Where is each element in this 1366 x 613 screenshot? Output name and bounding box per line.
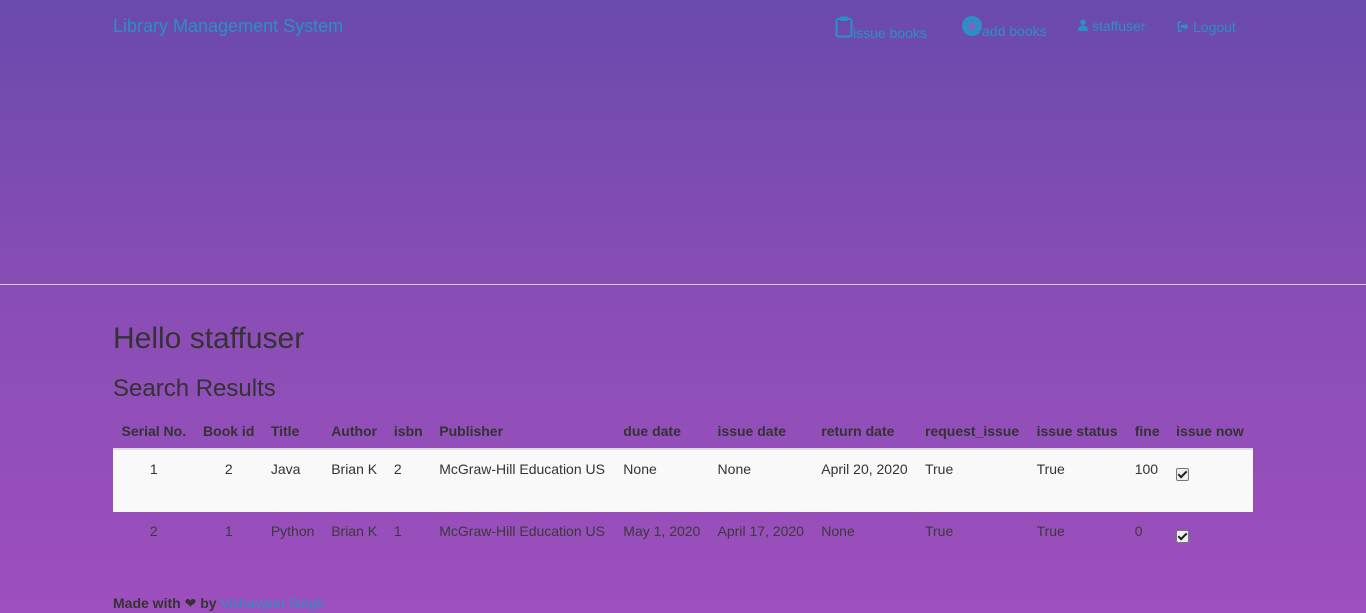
cell-issue-now [1168,512,1253,568]
table-row: 1 2 Java Brian K 2 McGraw-Hill Education… [113,448,1253,512]
header-serial-no: Serial No. [113,418,195,450]
cell-request-issue: True [924,523,954,539]
header-divider [0,284,1366,285]
user-icon [1078,18,1088,34]
header-issue-status: issue status [1028,418,1127,450]
search-results-table: Serial No. Book id Title Author isbn Pub… [113,418,1253,568]
cell-book-id: 1 [224,523,233,539]
header-publisher: Publisher [431,418,616,450]
plus-circle-icon [962,16,982,36]
logout-icon [1177,19,1189,35]
header-issue-date: issue date [709,418,814,450]
cell-issue-now [1168,448,1253,512]
cell-serial: 1 [113,448,195,512]
issue-now-checkbox[interactable] [1176,468,1190,481]
cell-author: Brian K [331,523,378,539]
clipboard-icon [835,16,853,38]
cell-title: Python [270,523,315,539]
cell-request-issue: True [916,448,1029,512]
cell-book-id: 2 [194,448,263,512]
navbar: Library Management System issue books ad… [0,0,1366,55]
logout-link[interactable]: Logout [1177,19,1236,35]
cell-return-date: April 20, 2020 [813,448,917,512]
add-books-label: add books [982,23,1047,39]
header-return-date: return date [813,418,917,450]
brand-link[interactable]: Library Management System [113,16,343,37]
table-header-row: Serial No. Book id Title Author isbn Pub… [113,418,1253,450]
footer-made-with: Made with [113,595,181,611]
header-isbn: isbn [385,418,432,450]
user-link[interactable]: staffuser [1078,18,1145,34]
cell-publisher: McGraw-Hill Education US [439,523,605,539]
cell-due-date: None [615,448,710,512]
header-fine: fine [1126,418,1169,450]
cell-return-date: None [821,523,855,539]
cell-title: Java [262,448,324,512]
cell-publisher: McGraw-Hill Education US [431,448,616,512]
greeting-heading: Hello staffuser [113,322,305,355]
footer: Made with ❤ by Vishavjeet Singh [113,595,324,612]
footer-by: by [200,595,217,611]
cell-isbn: 2 [385,448,432,512]
cell-fine: 100 [1126,448,1169,512]
cell-isbn: 1 [393,523,402,539]
issue-books-label: issue books [853,25,927,41]
issue-books-link[interactable]: issue books [835,16,927,41]
cell-issue-date: April 17, 2020 [717,523,804,539]
cell-issue-date: None [709,448,814,512]
heart-icon: ❤ [184,595,197,611]
cell-author: Brian K [323,448,386,512]
header-title: Title [262,418,324,450]
logout-label: Logout [1193,19,1236,35]
header-due-date: due date [615,418,710,450]
header-issue-now: issue now [1168,418,1253,450]
user-label: staffuser [1092,18,1146,34]
cell-due-date: May 1, 2020 [623,523,701,539]
search-results-heading: Search Results [113,375,276,402]
header-book-id: Book id [194,418,263,450]
author-link[interactable]: Vishavjeet Singh [220,595,324,611]
cell-fine: 0 [1134,523,1143,539]
issue-now-checkbox[interactable] [1176,530,1190,543]
table-row: 2 1 Python Brian K 1 McGraw-Hill Educati… [113,512,1253,568]
cell-issue-status: True [1028,448,1127,512]
header-author: Author [323,418,386,450]
header-request-issue: request_issue [916,418,1029,450]
cell-issue-status: True [1036,523,1065,539]
cell-serial: 2 [149,523,158,539]
add-books-link[interactable]: add books [962,16,1047,39]
